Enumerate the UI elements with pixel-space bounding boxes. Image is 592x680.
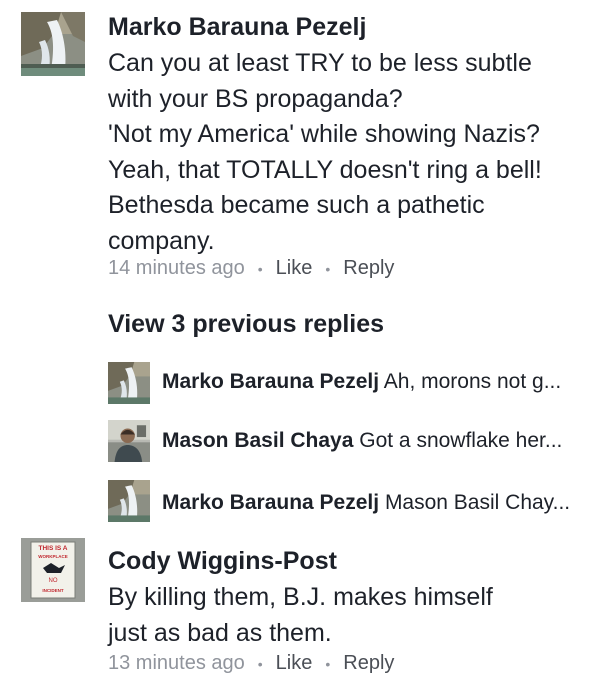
like-button[interactable]: Like — [276, 652, 313, 675]
avatar[interactable] — [108, 420, 150, 462]
reply-author[interactable]: Marko Barauna Pezelj — [162, 370, 379, 393]
avatar[interactable] — [108, 480, 150, 522]
reply-item[interactable]: Marko Barauna Pezelj Mason Basil Chay... — [162, 491, 582, 515]
sign-text: THIS IS A — [38, 545, 67, 552]
separator-dot: • — [325, 655, 331, 672]
comment-text-line: company. — [108, 226, 215, 255]
workplace-sign-photo-icon: THIS IS A WORKPLACE NO INCIDENT — [21, 538, 85, 602]
comment-author[interactable]: Marko Barauna Pezelj — [108, 12, 366, 42]
reply-author[interactable]: Mason Basil Chaya — [162, 429, 353, 452]
reply-snippet: Got a snowflake her... — [359, 429, 563, 452]
comment-author[interactable]: Cody Wiggins-Post — [108, 546, 337, 576]
comment-meta: 13 minutes ago • Like • Reply — [108, 652, 394, 675]
comment-text-line: 'Not my America' while showing Nazis? — [108, 120, 540, 148]
reply-item[interactable]: Mason Basil Chaya Got a snowflake her... — [162, 429, 582, 453]
comment-text-line: Yeah, that TOTALLY doesn't ring a bell! — [108, 155, 542, 184]
comment-text-line: Bethesda became such a pathetic — [108, 191, 485, 219]
avatar[interactable]: THIS IS A WORKPLACE NO INCIDENT — [21, 538, 85, 602]
comment-text-line: just as bad as them. — [108, 618, 332, 647]
separator-dot: • — [257, 655, 263, 672]
comment-text-line: with your BS propaganda? — [108, 84, 403, 113]
sign-text: INCIDENT — [42, 588, 64, 593]
reply-snippet: Mason Basil Chay... — [384, 491, 571, 514]
reply-snippet: Ah, morons not g... — [383, 370, 562, 393]
reply-author[interactable]: Marko Barauna Pezelj — [162, 491, 379, 514]
waterfall-photo-icon — [21, 12, 85, 76]
sign-text: NO — [49, 578, 58, 584]
avatar[interactable] — [21, 12, 85, 76]
comment-body: By killing them, B.J. makes himself just… — [108, 580, 493, 651]
sign-text: WORKPLACE — [38, 554, 68, 559]
comment-text-line: By killing them, B.J. makes himself — [108, 583, 493, 611]
waterfall-photo-icon — [108, 480, 150, 522]
reply-button[interactable]: Reply — [343, 652, 394, 675]
separator-dot: • — [325, 260, 331, 277]
comment-text-line: Can you at least TRY to be less subtle — [108, 49, 532, 77]
view-previous-replies-link[interactable]: View 3 previous replies — [108, 310, 384, 339]
waterfall-photo-icon — [108, 362, 150, 404]
avatar[interactable] — [108, 362, 150, 404]
timestamp[interactable]: 13 minutes ago — [108, 652, 245, 675]
like-button[interactable]: Like — [276, 257, 313, 280]
reply-item[interactable]: Marko Barauna Pezelj Ah, morons not g... — [162, 370, 582, 394]
reply-button[interactable]: Reply — [343, 257, 394, 280]
timestamp[interactable]: 14 minutes ago — [108, 257, 245, 280]
person-photo-icon — [108, 420, 150, 462]
separator-dot: • — [257, 260, 263, 277]
comment-body: Can you at least TRY to be less subtle w… — [108, 46, 542, 259]
comment-meta: 14 minutes ago • Like • Reply — [108, 257, 394, 280]
